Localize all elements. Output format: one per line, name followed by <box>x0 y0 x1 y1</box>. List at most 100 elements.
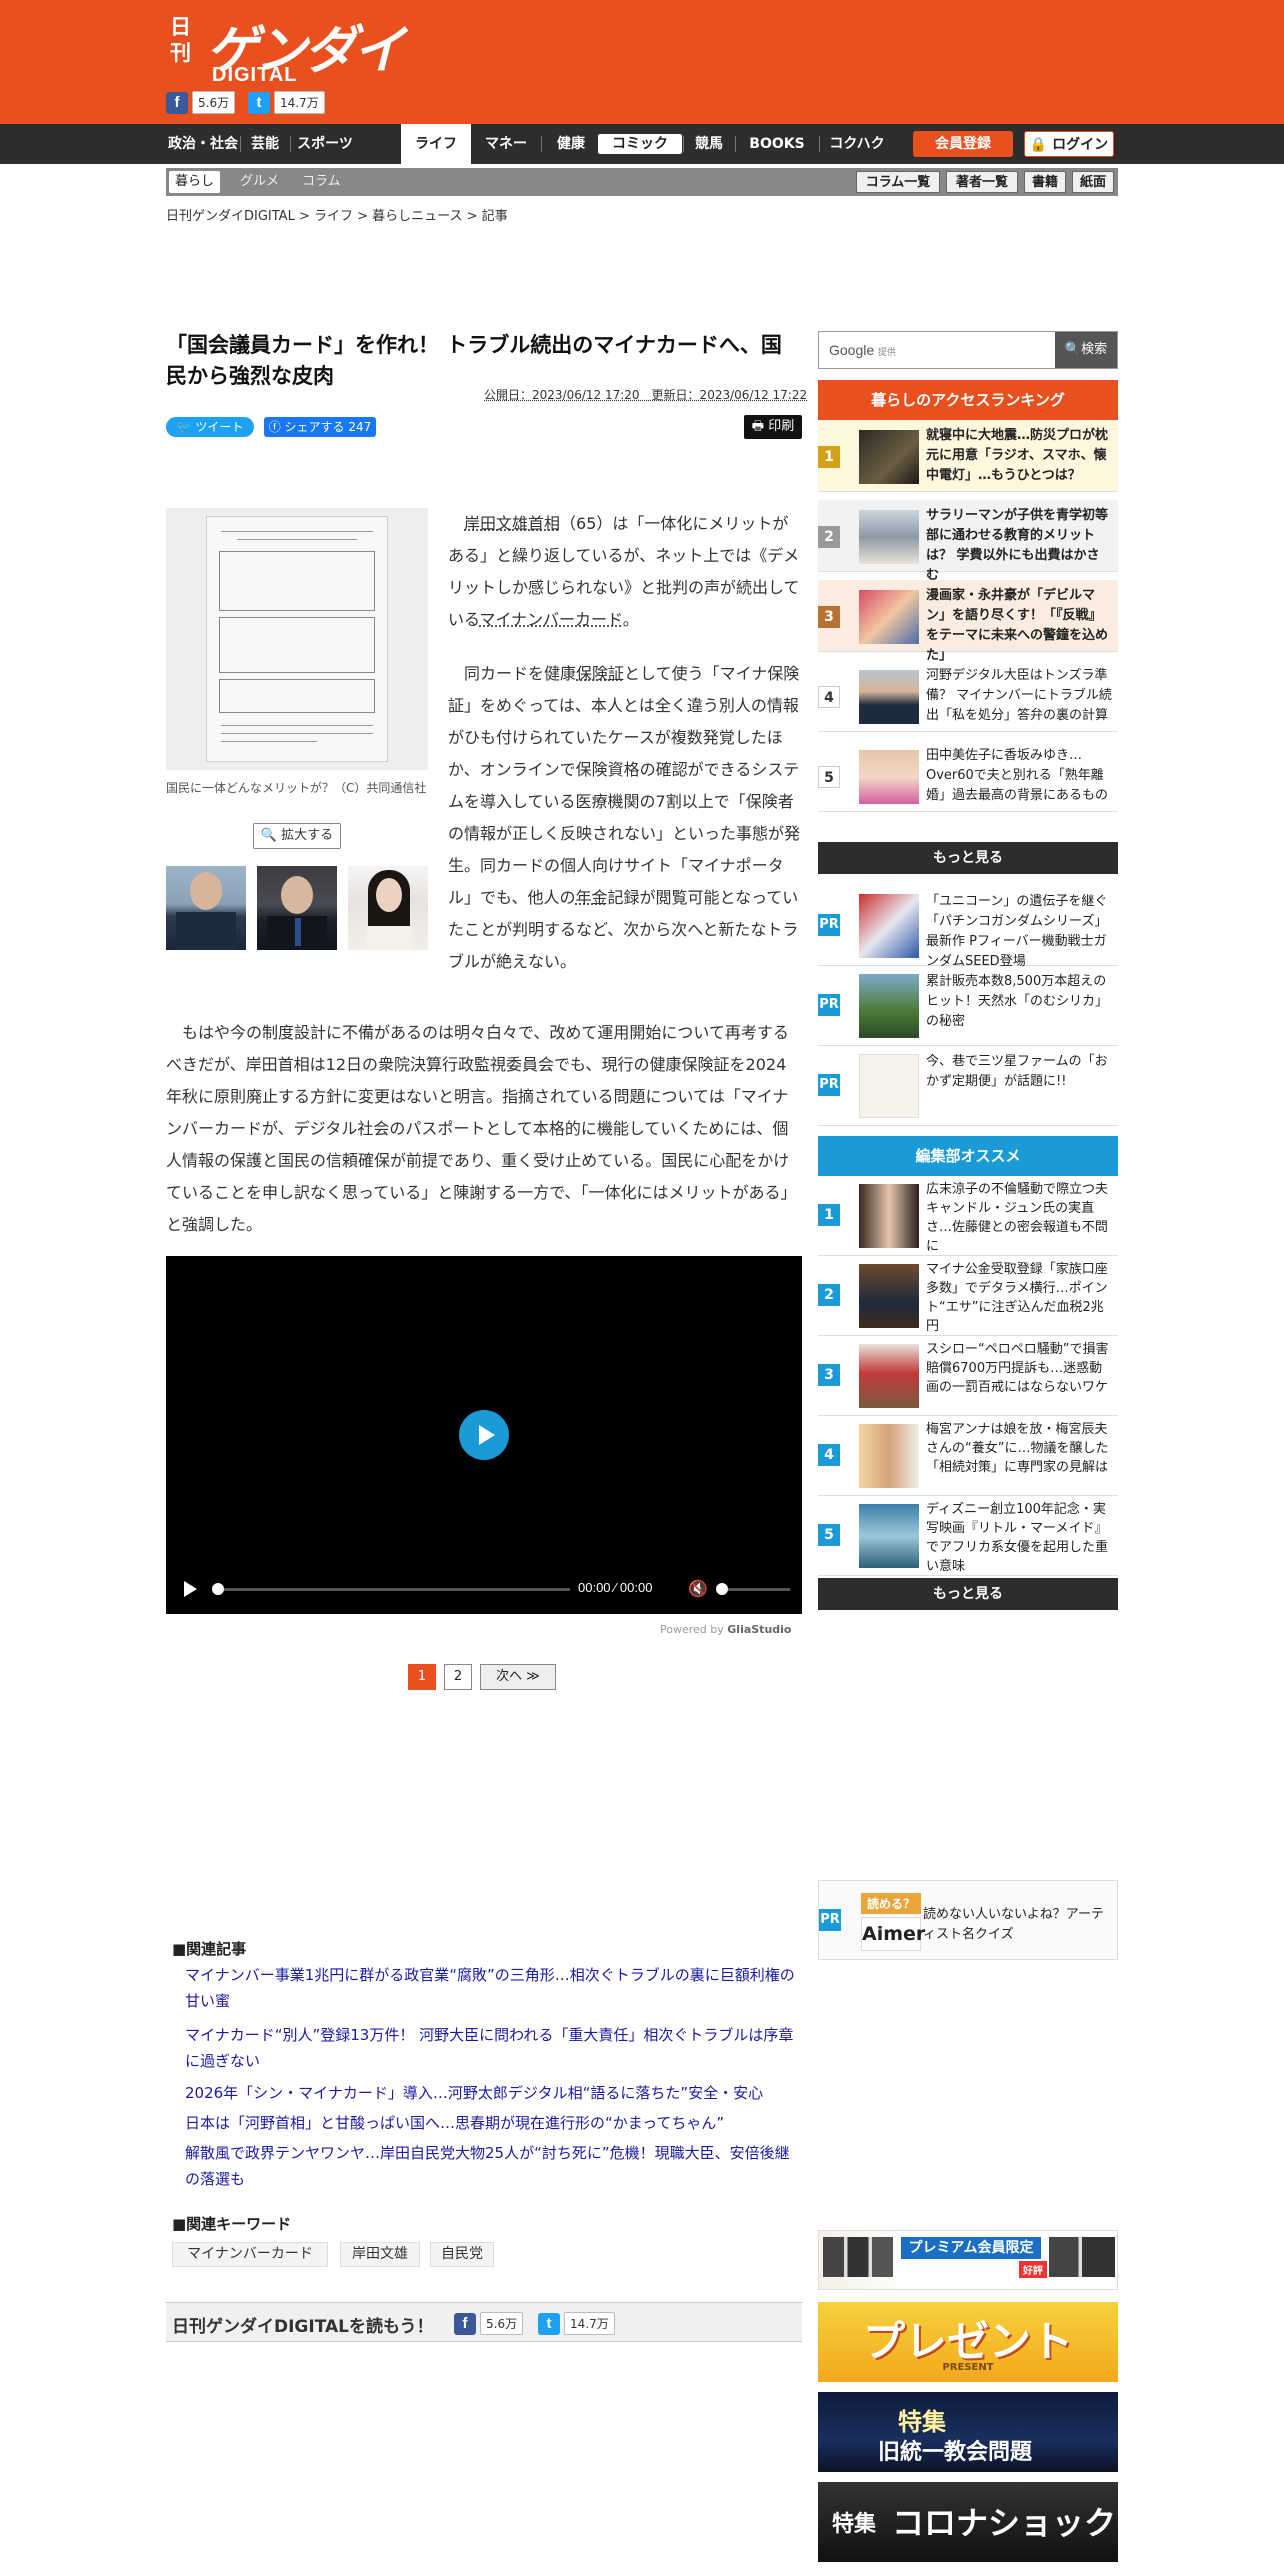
logo-nikkan: 日刊 <box>170 14 191 65</box>
related-link[interactable]: マイナカード“別人”登録13万件！ 河野大臣に問われる「重大責任」相次ぐトラブル… <box>185 2022 797 2074</box>
related-link[interactable]: 日本は「河野首相」と甘酸っぱい国へ…思春期が現在進行形の“かまってちゃん” <box>185 2110 797 2136</box>
facebook-follow[interactable]: f 5.6万 <box>166 91 236 114</box>
register-button[interactable]: 会員登録 <box>913 131 1013 157</box>
powered-by[interactable]: Powered by GliaStudio <box>660 1623 791 1636</box>
thumbnail-kishida[interactable] <box>257 866 337 950</box>
control-play-icon[interactable] <box>184 1581 197 1597</box>
more-button[interactable]: もっと見る <box>818 842 1118 874</box>
nav-item-entertainment[interactable]: 芸能 <box>240 124 290 164</box>
mute-icon[interactable]: 🔇 <box>688 1579 708 1598</box>
fb-share-button[interactable]: ⓕ シェアする 247 <box>264 417 376 437</box>
subnav-books[interactable]: 書籍 <box>1024 171 1066 193</box>
pr-thumb <box>859 894 919 958</box>
article-photo[interactable] <box>166 508 428 770</box>
read-us-bar: 日刊ゲンダイDIGITALを読もう！ f 5.6万 t 14.7万 <box>166 2302 802 2342</box>
editor-thumb <box>859 1504 919 1568</box>
twitter-follow[interactable]: t 14.7万 <box>248 91 325 114</box>
seek-handle[interactable] <box>212 1583 224 1595</box>
editor-heading: 編集部オススメ <box>818 1136 1118 1176</box>
keyword-tag[interactable]: 自民党 <box>430 2242 494 2267</box>
twitter-follow[interactable]: t 14.7万 <box>538 2312 615 2335</box>
related-link[interactable]: 2026年「シン・マイナカード」導入…河野太郎デジタル相“語るに落ちた”安全・安… <box>185 2080 797 2106</box>
search-button[interactable]: 🔍検索 <box>1055 332 1117 368</box>
present-banner[interactable]: プレゼント PRESENT <box>818 2302 1118 2382</box>
video-player[interactable]: 00:00 ⁄ 00:00 🔇 <box>166 1256 802 1614</box>
tweet-label: ツイート <box>195 420 244 434</box>
more-button[interactable]: もっと見る <box>818 1578 1118 1610</box>
ranking-item[interactable]: 4 河野デジタル大臣はトンズラ準備？ マイナンバーにトラブル続出「私を処分」答弁… <box>818 660 1118 732</box>
login-label: ログイン <box>1052 137 1109 153</box>
subnav-kurashi[interactable]: 暮らし <box>169 171 221 193</box>
zoom-icon: 🔍 <box>260 828 278 843</box>
keyword-tag[interactable]: 岸田文雄 <box>340 2242 420 2267</box>
article-paragraph-3: もはや今の制度設計に不備があるのは明々白々で、改めて運用開始について再考するべき… <box>166 1023 797 1234</box>
subnav-column-list[interactable]: コラム一覧 <box>856 171 940 193</box>
ranking-thumb <box>859 670 919 724</box>
editor-item[interactable]: 5 ディズニー創立100年記念・実写映画『リトル・マーメイド』でアフリカ系女優を… <box>818 1496 1118 1576</box>
lock-icon: 🔒 <box>1029 137 1048 153</box>
pr-thumb <box>859 974 919 1038</box>
subnav-paper[interactable]: 紙面 <box>1072 171 1114 193</box>
nav-item-keiba[interactable]: 競馬 <box>683 124 735 164</box>
facebook-count: 5.6万 <box>192 91 236 114</box>
logo-digital: DIGITAL <box>212 64 298 86</box>
video-controls: 00:00 ⁄ 00:00 🔇 <box>166 1564 802 1614</box>
nav-item-life[interactable]: ライフ <box>401 124 471 164</box>
related-link[interactable]: マイナンバー事業1兆円に群がる政官業“腐敗”の三角形…相次ぐトラブルの裏に巨額利… <box>185 1962 797 2014</box>
twitter-icon: t <box>248 91 270 114</box>
thumbnail-woman[interactable] <box>348 866 428 950</box>
ranking-heading: 暮らしのアクセスランキング <box>818 380 1118 420</box>
unification-church-banner[interactable]: 特集 旧統一教会問題 <box>818 2392 1118 2472</box>
page-1-button[interactable]: 1 <box>408 1664 436 1690</box>
quiz-ad[interactable]: PR 読める？ Aimer 読めない人いないよね？アーティスト名クイズ <box>818 1880 1118 1960</box>
ranking-item[interactable]: 1 就寝中に大地震…防災プロが枕元に用意「ラジオ、スマホ、懐中電灯」…もうひとつ… <box>818 420 1118 492</box>
editor-item[interactable]: 1 広末涼子の不倫騒動で際立つ夫キャンドル・ジュン氏の実直さ…佐藤健との密会報道… <box>818 1176 1118 1256</box>
volume-handle[interactable] <box>716 1583 728 1595</box>
nav-item-comic[interactable]: コミック <box>598 134 682 154</box>
page-2-button[interactable]: 2 <box>444 1664 472 1690</box>
article-title: 「国会議員カード」を作れ！ トラブル続出のマイナカードへ、国民から強烈な皮肉 <box>166 333 782 388</box>
ranking-item[interactable]: 5 田中美佐子に香坂みゆき…Over60で夫と別れる「熟年離婚」過去最高の背景に… <box>818 740 1118 812</box>
nav-item-politics[interactable]: 政治・社会 <box>166 124 240 164</box>
breadcrumb[interactable]: 日刊ゲンダイDIGITAL > ライフ > 暮らしニュース > 記事 <box>166 205 508 224</box>
zoom-button[interactable]: 🔍 拡大する <box>253 823 341 849</box>
pr-item[interactable]: PR 今、巷で三ツ星ファームの「おかず定期便」が話題に!! <box>818 1046 1118 1126</box>
ranking-item[interactable]: 2 サラリーマンが子供を青学初等部に通わせる教育的メリットは？ 学費以外にも出費… <box>818 500 1118 583</box>
nenkin-link[interactable]: 年金 <box>576 888 608 907</box>
video-seekbar[interactable] <box>220 1588 570 1591</box>
hoken-link[interactable]: 保険証 <box>576 664 624 683</box>
subnav-column[interactable]: コラム <box>302 171 341 193</box>
nav-item-books[interactable]: BOOKS <box>736 124 818 164</box>
related-link[interactable]: 解散風で政界テンヤワンヤ…岸田自民党大物25人が“討ち死に”危機！現職大臣、安倍… <box>185 2140 797 2192</box>
next-page-button[interactable]: 次へ ≫ <box>480 1664 556 1690</box>
nav-item-sports[interactable]: スポーツ <box>290 124 360 164</box>
subnav-authors[interactable]: 著者一覧 <box>946 171 1018 193</box>
nav-item-money[interactable]: マネー <box>473 124 539 164</box>
login-button[interactable]: 🔒 ログイン <box>1024 131 1114 157</box>
mynumber-link[interactable]: マイナンバーカード <box>479 610 622 629</box>
subnav-gourmet[interactable]: グルメ <box>240 171 279 193</box>
editor-item[interactable]: 3 スシロー“ペロペロ騒動”で損害賠償6700万円提訴も…迷惑動画の一罰百戒には… <box>818 1336 1118 1416</box>
premium-banner[interactable]: プレミアム会員限定 オンライン講座 好評 <box>818 2230 1118 2290</box>
ranking-item[interactable]: 3 漫画家・永井豪が「デビルマン」を語り尽くす！「『反戦』をテーマに未来への警鐘… <box>818 580 1118 663</box>
nav-item-health[interactable]: 健康 <box>545 124 597 164</box>
search-input[interactable]: Google 提供 <box>829 342 896 358</box>
kishida-link[interactable]: 岸田文雄首相 <box>464 514 560 533</box>
pr-item[interactable]: PR 「ユニコーン」の遺伝子を継ぐ「パチンコガンダムシリーズ」最新作 Pフィーバ… <box>818 886 1118 969</box>
sub-nav: 暮らし グルメ コラム コラム一覧 著者一覧 書籍 紙面 <box>166 168 1118 196</box>
pr-item[interactable]: PR 累計販売本数8,500万本超えのヒット！天然水「のむシリカ」の秘密 <box>818 966 1118 1046</box>
tweet-button[interactable]: 🐦 ツイート <box>166 417 254 437</box>
editor-item[interactable]: 2 マイナ公金受取登録「家族口座多数」でデタラメ横行…ポイント“エサ”に注ぎ込ん… <box>818 1256 1118 1336</box>
facebook-follow[interactable]: f 5.6万 <box>454 2312 524 2335</box>
corona-shock-banner[interactable]: 特集 コロナショック <box>818 2482 1118 2562</box>
nav-item-kokuhaku[interactable]: コクハク <box>820 124 894 164</box>
document-image <box>206 516 388 762</box>
read-us-text: 日刊ゲンダイDIGITALを読もう！ <box>172 2317 434 2337</box>
volume-slider[interactable] <box>722 1588 790 1591</box>
keyword-tag[interactable]: マイナンバーカード <box>172 2242 328 2267</box>
editor-item[interactable]: 4 梅宮アンナは娘を放・梅宮辰夫さんの“養女”に…物議を醸した「相続対策」に専門… <box>818 1416 1118 1496</box>
play-icon[interactable] <box>459 1410 509 1460</box>
ranking-thumb <box>859 510 919 564</box>
thumbnail-kono[interactable] <box>166 866 246 950</box>
print-button[interactable]: 🖶 印刷 <box>744 415 802 439</box>
